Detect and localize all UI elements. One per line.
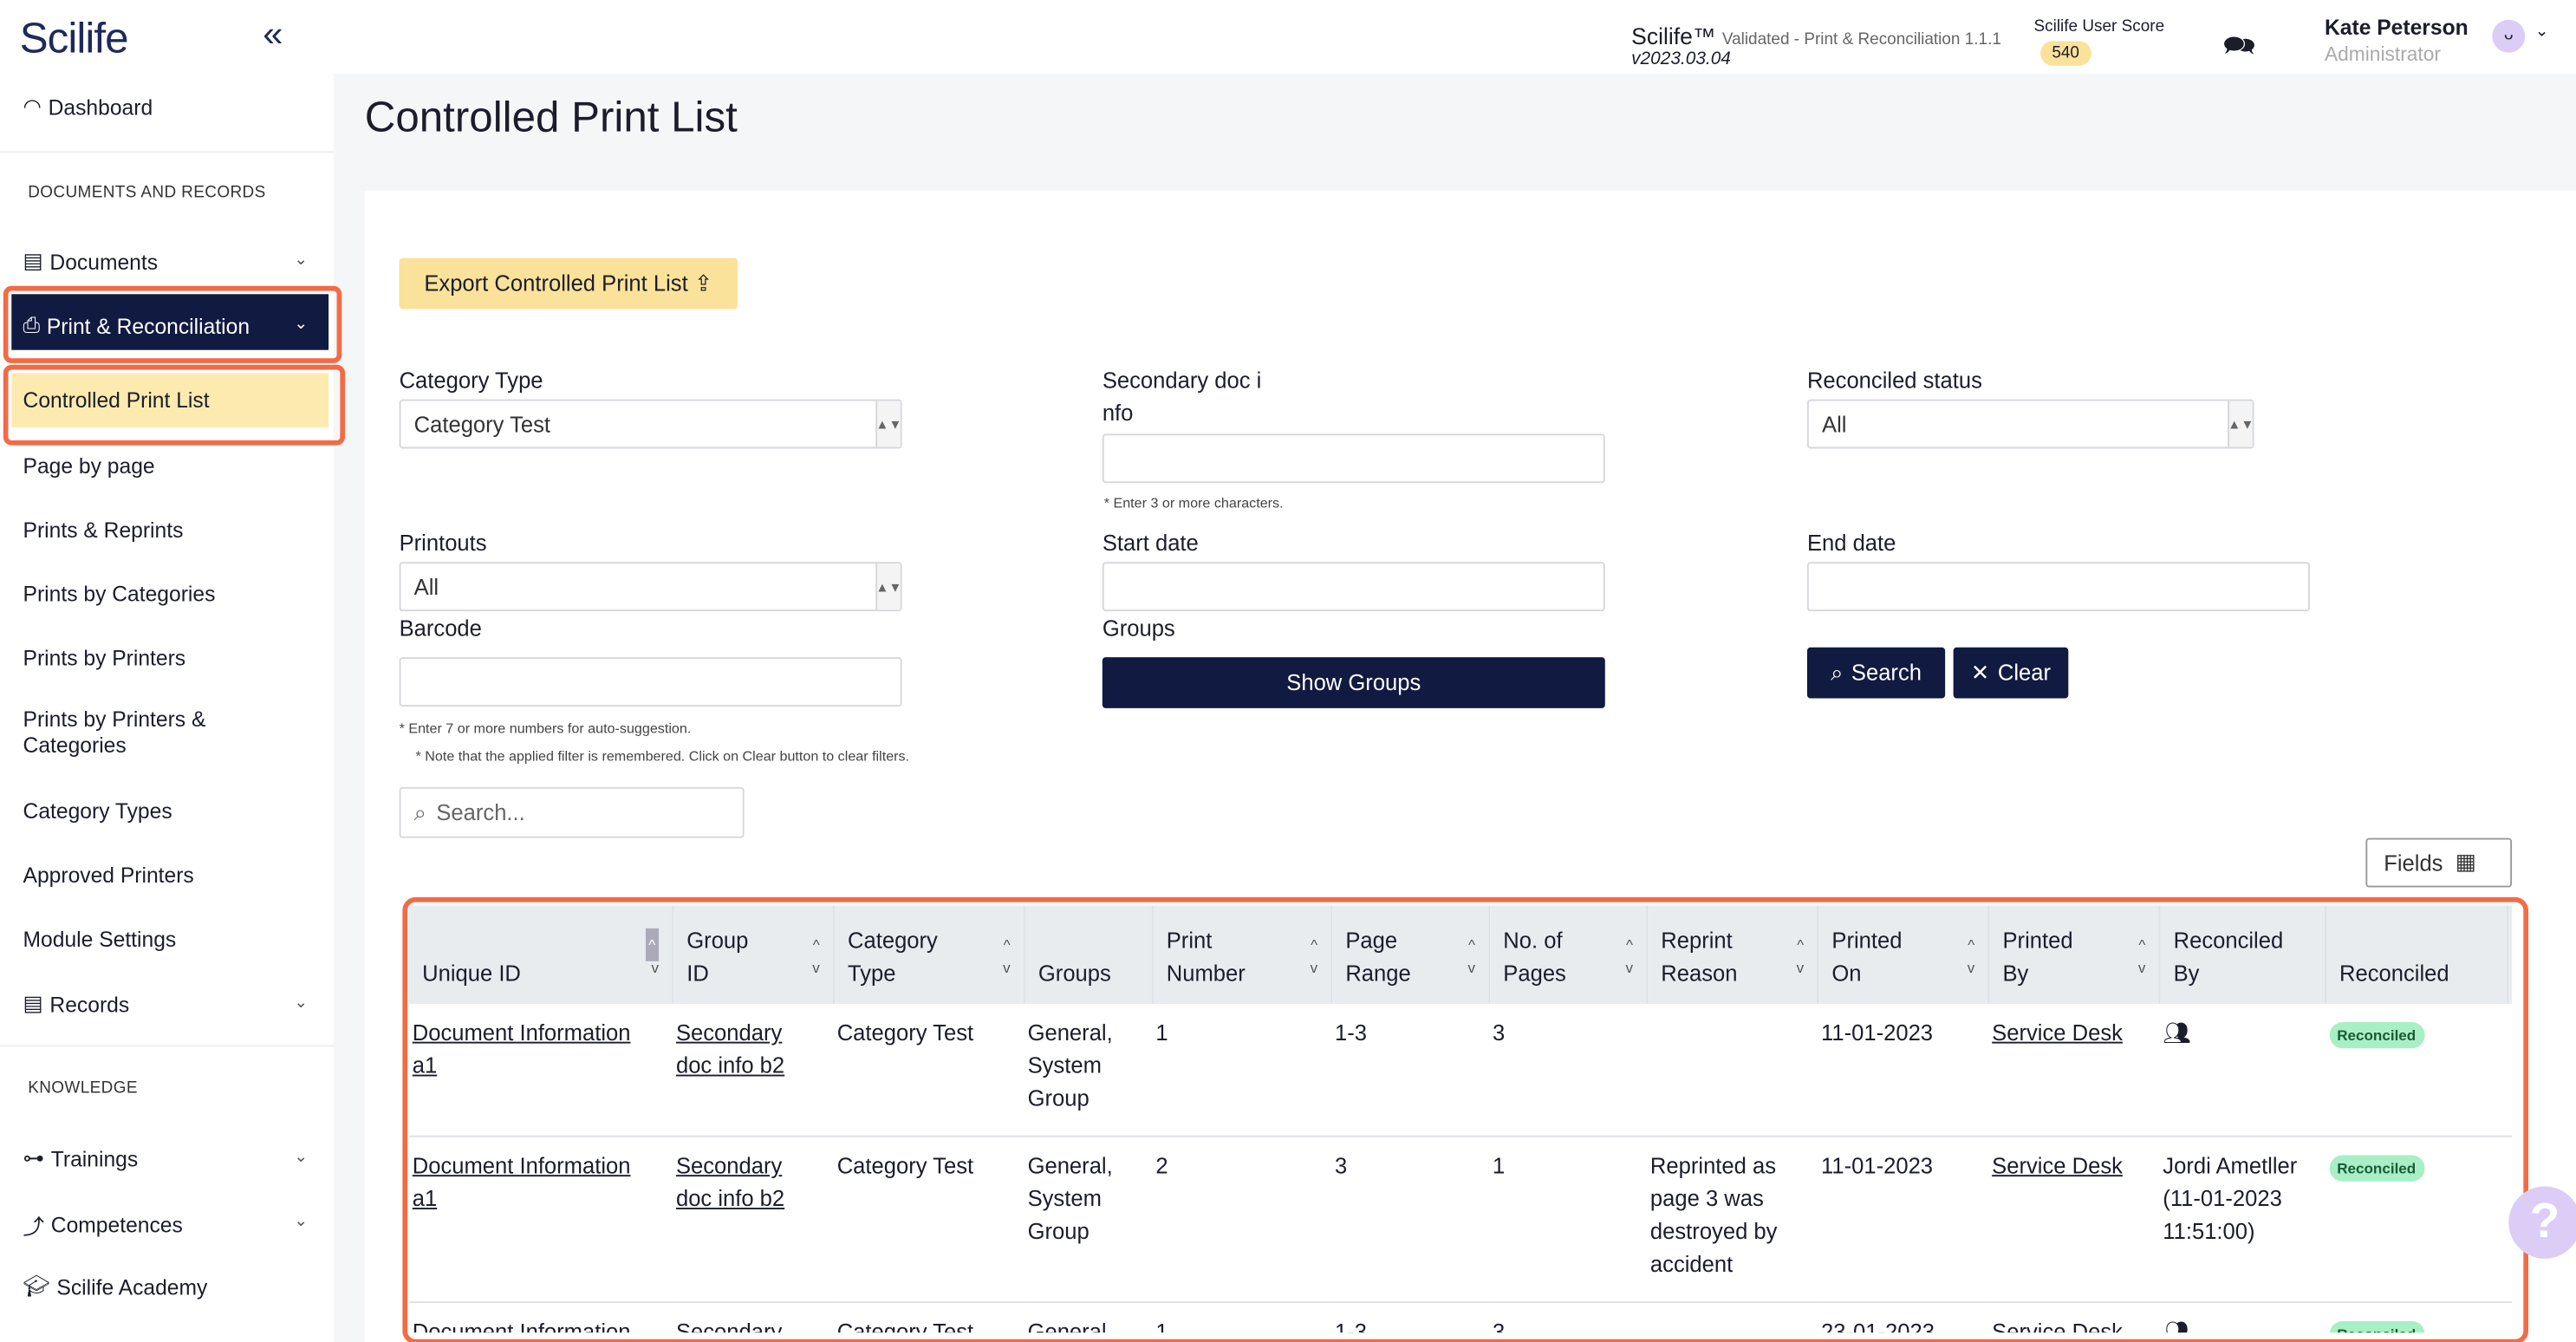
search-icon: ⌕	[1831, 660, 1844, 685]
records-icon: ▤	[23, 990, 43, 1016]
sidebar-item-approved-printers[interactable]: Approved Printers	[23, 863, 194, 887]
end-date-input[interactable]	[1806, 562, 2310, 612]
sidebar-item-prints-by-printers-categories[interactable]: Prints by Printers & Categories	[23, 707, 237, 759]
label: Category Type	[399, 368, 543, 394]
select-arrow-icon: ▲▼	[2228, 401, 2254, 447]
clear-button[interactable]: ✕ Clear	[1953, 647, 2069, 699]
highlight-box	[402, 896, 2529, 1342]
barcode-input[interactable]	[399, 657, 902, 707]
start-date-input[interactable]	[1102, 562, 1605, 612]
chevron-down-icon: ⌄	[294, 1212, 309, 1231]
page-title: Controlled Print List	[364, 92, 738, 142]
chevron-down-icon: ⌄	[294, 251, 309, 270]
label: Barcode	[399, 616, 482, 642]
academy-icon: 🎓︎	[23, 1273, 50, 1299]
sidebar-item-academy[interactable]: 🎓︎ Scilife Academy	[23, 1274, 208, 1300]
search-icon: ⌕	[413, 799, 426, 824]
gauge-icon: ◠	[23, 94, 42, 119]
chevron-down-icon: ⌄	[294, 1148, 309, 1167]
competence-icon: ⤴	[23, 1214, 45, 1240]
chat-icon[interactable]: 🗪︎	[2222, 28, 2255, 72]
scilife-logo: Scilife	[19, 13, 129, 63]
user-role: Administrator	[2324, 42, 2441, 66]
sidebar: Scilife « ◠ Dashboard DOCUMENTS AND RECOR…	[0, 0, 346, 1342]
reconciled-status-select[interactable]: All ▲▼	[1806, 399, 2254, 449]
select-arrow-icon: ▲▼	[875, 401, 901, 447]
printer-icon: ⎙	[23, 312, 41, 337]
fields-button[interactable]: Fields ▦	[2365, 837, 2513, 888]
help-icon[interactable]: ?	[2508, 1186, 2576, 1259]
score-label: Scilife User Score	[2033, 17, 2165, 36]
show-groups-button[interactable]: Show Groups	[1102, 657, 1605, 708]
hint: * Enter 7 or more numbers for auto-sugge…	[399, 720, 692, 737]
close-icon: ✕	[1970, 660, 1990, 685]
chevron-down-icon[interactable]: ⌄	[2535, 23, 2549, 42]
table-icon: ▦	[2455, 849, 2476, 875]
sidebar-item-prints-reprints[interactable]: Prints & Reprints	[23, 518, 184, 542]
section-label: DOCUMENTS AND RECORDS	[28, 184, 266, 203]
sidebar-item-documents[interactable]: ▤ Documents	[23, 248, 159, 274]
secondary-doc-info-input[interactable]	[1102, 433, 1605, 484]
avatar[interactable]: ᴗ	[2492, 19, 2526, 53]
label: Groups	[1102, 616, 1175, 642]
sidebar-item-records[interactable]: ▤ Records	[23, 991, 130, 1017]
sidebar-item-print-reconciliation[interactable]: ⎙ Print & Reconciliation	[23, 312, 250, 338]
table-search-input[interactable]: ⌕ Search...	[399, 786, 745, 838]
sidebar-item-prints-by-printers[interactable]: Prints by Printers	[23, 646, 186, 670]
search-button[interactable]: ⌕ Search	[1806, 647, 1946, 699]
version: v2023.03.04	[1631, 49, 1731, 69]
sidebar-item-trainings[interactable]: ⊶ Trainings	[23, 1145, 139, 1171]
user-name[interactable]: Kate Peterson	[2325, 15, 2469, 39]
sidebar-item-competences[interactable]: ⤴ Competences	[23, 1209, 183, 1241]
select-arrow-icon: ▲▼	[875, 564, 901, 610]
sidebar-item-module-settings[interactable]: Module Settings	[23, 927, 177, 951]
upload-icon: ⇪	[693, 270, 713, 296]
label: End date	[1806, 531, 1896, 556]
label: Reconciled status	[1806, 368, 1982, 394]
top-header: Scilife™ Validated - Print & Reconciliat…	[333, 0, 2576, 75]
hint: * Note that the applied filter is rememb…	[415, 747, 910, 765]
sidebar-item-dashboard[interactable]: ◠ Dashboard	[23, 94, 153, 120]
score-badge: 540	[2040, 41, 2091, 66]
document-icon: ▤	[23, 248, 43, 273]
section-label: KNOWLEDGE	[28, 1079, 138, 1098]
chevron-down-icon: ⌄	[294, 315, 309, 334]
sidebar-item-category-types[interactable]: Category Types	[23, 798, 172, 823]
printouts-select[interactable]: All ▲▼	[399, 562, 902, 612]
label: Start date	[1102, 531, 1199, 556]
label: Secondary doc i	[1102, 368, 1262, 394]
label: Printouts	[399, 531, 487, 556]
collapse-sidebar-icon[interactable]: «	[263, 13, 283, 55]
sidebar-item-controlled-print-list[interactable]: Controlled Print List	[23, 388, 210, 412]
sidebar-item-page-by-page[interactable]: Page by page	[23, 453, 155, 478]
product-name: Scilife™ Validated - Print & Reconciliat…	[1631, 23, 2001, 49]
hint: * Enter 3 or more characters.	[1103, 494, 1284, 511]
category-type-select[interactable]: Category Test ▲▼	[399, 399, 902, 449]
chevron-down-icon: ⌄	[294, 993, 309, 1013]
sidebar-item-prints-by-categories[interactable]: Prints by Categories	[23, 582, 216, 606]
training-icon: ⊶	[23, 1145, 45, 1170]
export-button[interactable]: Export Controlled Print List ⇪	[399, 257, 738, 309]
label: nfo	[1102, 401, 1134, 426]
